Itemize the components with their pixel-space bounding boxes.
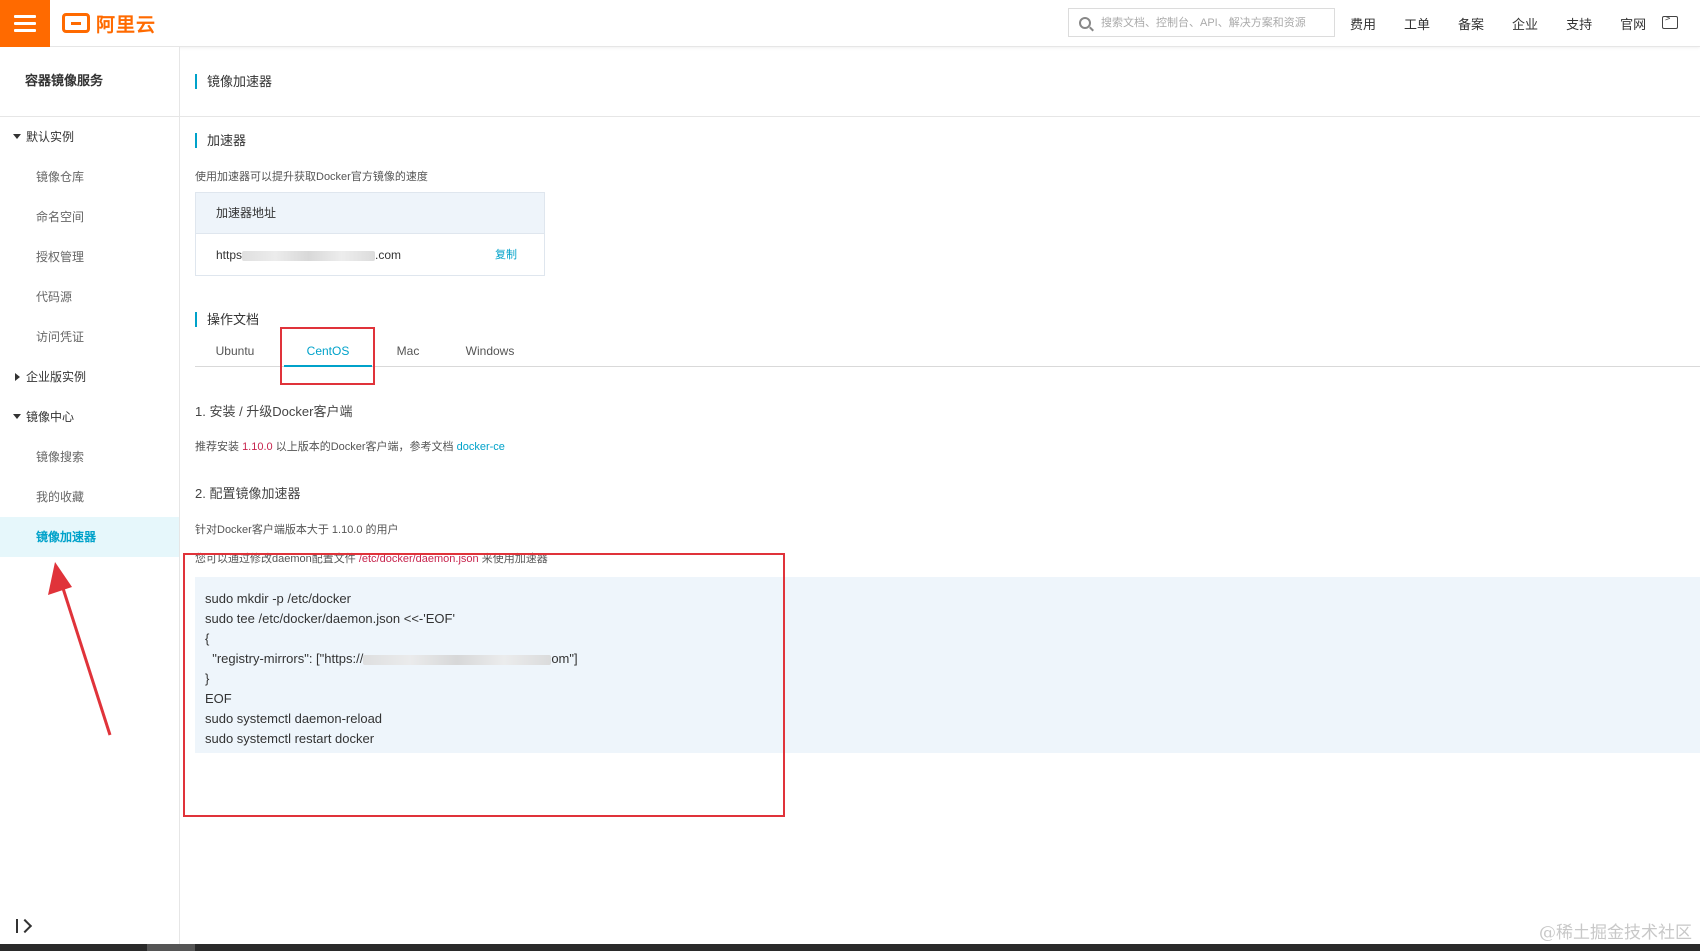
menu-icon bbox=[14, 15, 36, 18]
terminal-icon[interactable] bbox=[1662, 14, 1678, 29]
nav-official-site[interactable]: 官网 bbox=[1620, 14, 1646, 33]
accelerator-address-row: https .com 复制 bbox=[196, 234, 544, 276]
sidebar-item-image-search[interactable]: 镜像搜索 bbox=[0, 437, 179, 477]
scrollbar-thumb[interactable] bbox=[147, 944, 195, 951]
step2-version-note: 针对Docker客户端版本大于 1.10.0 的用户 bbox=[195, 524, 399, 536]
docker-ce-link[interactable]: docker-ce bbox=[457, 441, 505, 453]
caret-right-icon bbox=[15, 372, 20, 381]
code-block[interactable]: sudo mkdir -p /etc/docker sudo tee /etc/… bbox=[195, 577, 1700, 753]
sidebar-group-image-center[interactable]: 镜像中心 bbox=[0, 397, 179, 437]
search-input[interactable] bbox=[1099, 15, 1329, 30]
sidebar-item-access-credentials[interactable]: 访问凭证 bbox=[0, 317, 179, 357]
sidebar-group-enterprise-instance[interactable]: 企业版实例 bbox=[0, 357, 179, 397]
nav-support[interactable]: 支持 bbox=[1566, 14, 1592, 33]
accelerator-section-title: 加速器 bbox=[195, 133, 246, 148]
sidebar-title: 容器镜像服务 bbox=[0, 47, 179, 117]
sidebar-item-favorites[interactable]: 我的收藏 bbox=[0, 477, 179, 517]
code-line: EOF bbox=[205, 691, 232, 706]
sidebar-item-namespaces[interactable]: 命名空间 bbox=[0, 197, 179, 237]
horizontal-scrollbar[interactable] bbox=[0, 944, 1700, 951]
sidebar: 容器镜像服务 默认实例 镜像仓库 命名空间 授权管理 代码源 访问凭证 企业版实… bbox=[0, 47, 180, 944]
top-nav: 费用 工单 备案 企业 支持 官网 bbox=[1350, 0, 1674, 47]
step2-title: 2. 配置镜像加速器 bbox=[195, 486, 301, 501]
accelerator-address-prefix: https bbox=[216, 248, 243, 262]
aliyun-logo[interactable]: 阿里云 bbox=[62, 10, 156, 36]
tab-windows[interactable]: Windows bbox=[449, 327, 531, 367]
redacted-block bbox=[242, 250, 376, 261]
code-line: { bbox=[205, 631, 210, 646]
code-line: sudo systemctl restart docker bbox=[205, 731, 375, 746]
main-content: 镜像加速器 加速器 使用加速器可以提升获取Docker官方镜像的速度 加速器地址… bbox=[180, 47, 1700, 944]
tab-mac[interactable]: Mac bbox=[373, 327, 443, 367]
accelerator-address-card: 加速器地址 https .com 复制 bbox=[195, 192, 545, 276]
caret-down-icon bbox=[13, 134, 21, 140]
redacted-block bbox=[363, 654, 552, 665]
caret-down-icon bbox=[13, 414, 21, 420]
nav-enterprise[interactable]: 企业 bbox=[1512, 14, 1538, 33]
collapse-sidebar-icon[interactable] bbox=[16, 918, 30, 934]
hamburger-menu-button[interactable] bbox=[0, 0, 50, 47]
config-path: /etc/docker/daemon.json bbox=[358, 553, 479, 565]
top-bar: 阿里云 费用 工单 备案 企业 支持 官网 bbox=[0, 0, 1700, 47]
sidebar-item-authorization[interactable]: 授权管理 bbox=[0, 237, 179, 277]
version-text: 1.10.0 bbox=[242, 441, 273, 453]
page-title: 镜像加速器 bbox=[195, 74, 272, 89]
code-line: "registry-mirrors": ["https://om"] bbox=[205, 651, 578, 666]
nav-billing[interactable]: 费用 bbox=[1350, 14, 1376, 33]
logo-mark-icon bbox=[62, 13, 90, 33]
page-header: 镜像加速器 bbox=[180, 47, 1700, 117]
tab-ubuntu[interactable]: Ubuntu bbox=[195, 327, 275, 367]
docs-section-title: 操作文档 bbox=[195, 312, 259, 327]
accelerator-description: 使用加速器可以提升获取Docker官方镜像的速度 bbox=[195, 171, 428, 183]
accelerator-address-header: 加速器地址 bbox=[196, 193, 544, 234]
copy-button[interactable]: 复制 bbox=[495, 234, 517, 276]
sidebar-item-code-source[interactable]: 代码源 bbox=[0, 277, 179, 317]
watermark: @稀土掘金技术社区 bbox=[1539, 923, 1692, 943]
nav-ticket[interactable]: 工单 bbox=[1404, 14, 1430, 33]
sidebar-item-image-accelerator[interactable]: 镜像加速器 bbox=[0, 517, 179, 557]
accelerator-address-suffix: .com bbox=[375, 248, 402, 262]
sidebar-item-repositories[interactable]: 镜像仓库 bbox=[0, 157, 179, 197]
nav-icp[interactable]: 备案 bbox=[1458, 14, 1484, 33]
code-line: } bbox=[205, 671, 210, 686]
search-icon[interactable] bbox=[1079, 16, 1091, 29]
code-line: sudo tee /etc/docker/daemon.json <<-'EOF… bbox=[205, 611, 455, 626]
os-tabs: Ubuntu CentOS Mac Windows bbox=[195, 327, 1700, 367]
sidebar-group-default-instance[interactable]: 默认实例 bbox=[0, 117, 179, 157]
code-line: sudo mkdir -p /etc/docker bbox=[205, 591, 351, 606]
logo-text: 阿里云 bbox=[96, 14, 157, 36]
code-line: sudo systemctl daemon-reload bbox=[205, 711, 383, 726]
step1-recommendation: 推荐安装 1.10.0 以上版本的Docker客户端，参考文档 docker-c… bbox=[195, 441, 505, 453]
step1-title: 1. 安装 / 升级Docker客户端 bbox=[195, 404, 353, 419]
step2-config-note: 您可以通过修改daemon配置文件 /etc/docker/daemon.jso… bbox=[195, 553, 548, 565]
tab-centos[interactable]: CentOS bbox=[284, 327, 372, 367]
global-search[interactable] bbox=[1068, 8, 1335, 37]
